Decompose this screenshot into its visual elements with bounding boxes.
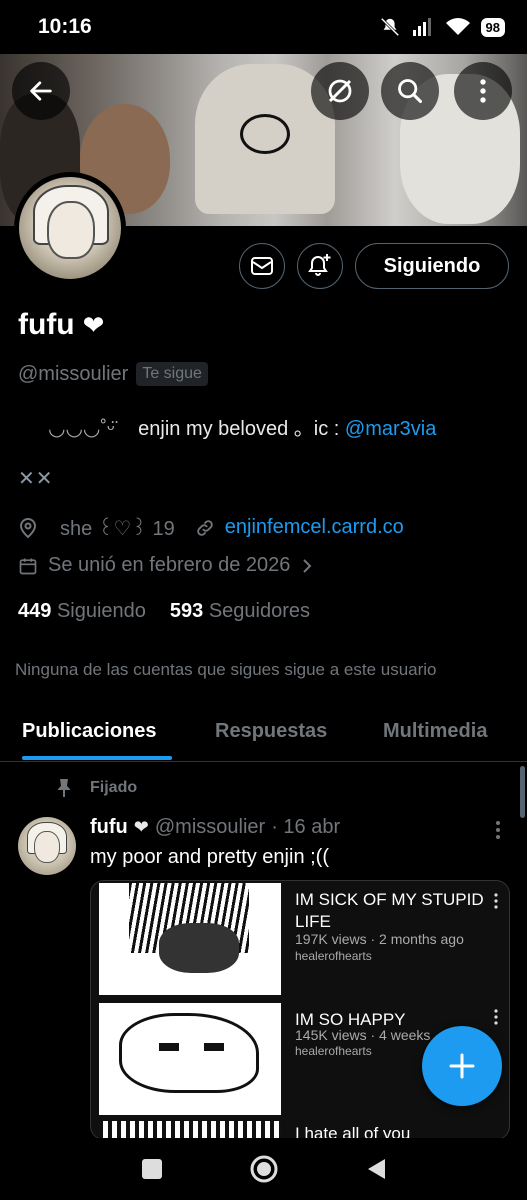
video-meta: 145K views · 4 weeks [295, 1027, 431, 1043]
location-text: she ꒰♡꒱ 19 [60, 518, 175, 540]
search-icon [398, 79, 423, 104]
grok-button[interactable] [311, 62, 369, 120]
pin-icon [58, 779, 70, 797]
status-time: 10:16 [38, 15, 92, 38]
tab-multimedia[interactable]: Multimedia [383, 720, 487, 743]
joined-row[interactable]: Se unió en febrero de 2026 [18, 554, 314, 577]
message-button[interactable] [239, 243, 285, 289]
link-icon [197, 519, 213, 536]
profile-tabs: Publicaciones Respuestas Multimedia [0, 700, 527, 762]
calendar-icon [19, 558, 37, 574]
post-more-icon[interactable] [494, 820, 502, 840]
back-nav-icon[interactable] [365, 1157, 387, 1181]
location-pin-icon [19, 517, 37, 538]
signal-icon [412, 18, 431, 36]
video-channel: healerofhearts [295, 949, 372, 963]
bio-decoration: ◡◡◡˚ᵕ̈ [48, 418, 115, 440]
battery-indicator: 98 [480, 17, 505, 37]
status-icons: 98 [379, 16, 505, 38]
pinned-label: Fijado [56, 778, 137, 798]
mail-icon [251, 257, 273, 275]
followers-count: 593 [169, 600, 204, 622]
system-nav-bar [0, 1138, 527, 1200]
post-author-handle[interactable]: @missoulier [155, 816, 265, 839]
compose-post-button[interactable] [422, 1026, 502, 1106]
more-vertical-icon [480, 79, 486, 103]
wifi-icon [445, 18, 470, 35]
profile-avatar[interactable] [14, 172, 126, 284]
active-tab-indicator [22, 756, 172, 760]
website-link[interactable]: enjinfemcel.carrd.co [225, 516, 404, 539]
video-thumbnail [99, 883, 281, 995]
mutuals-notice: Ninguna de las cuentas que sigues sigue … [15, 660, 437, 679]
mute-icon [380, 17, 399, 37]
tab-respuestas[interactable]: Respuestas [215, 720, 327, 743]
pinned-text: Fijado [90, 779, 138, 796]
recents-icon[interactable] [141, 1158, 163, 1180]
post-text: my poor and pretty enjin ;(( [90, 846, 329, 868]
display-name-text: fufu [18, 308, 75, 341]
scroll-indicator [520, 766, 525, 818]
home-icon[interactable] [249, 1154, 279, 1184]
video-more-icon [494, 893, 498, 909]
video-channel: healerofhearts [295, 1044, 372, 1058]
bio-line2: ✕✕ [18, 468, 54, 490]
plus-icon [449, 1053, 475, 1079]
post-author-emoji: ❤ [133, 817, 149, 837]
handle-row: @missoulier Te sigue [18, 362, 208, 386]
bio: ◡◡◡˚ᵕ̈ enjin my beloved 。ic : @mar3via [18, 412, 518, 441]
search-button[interactable] [381, 62, 439, 120]
joined-text: Se unió en febrero de 2026 [48, 554, 291, 576]
chevron-right-icon [303, 558, 312, 573]
following-stat[interactable]: 449 Siguiendo [18, 600, 146, 623]
post-date: · 16 abr [271, 816, 341, 838]
location-website-row: she ꒰♡꒱ 19 enjinfemcel.carrd.co [18, 514, 404, 541]
notifications-button[interactable] [297, 243, 343, 289]
username: @missoulier [18, 362, 129, 385]
slash-circle-icon [328, 79, 352, 103]
video-thumbnail [99, 1003, 281, 1115]
video-meta: 197K views · 2 months ago [295, 931, 464, 947]
bell-plus-icon [308, 254, 331, 276]
post-author-avatar[interactable] [18, 817, 76, 875]
post-author-name[interactable]: fufu [90, 816, 128, 839]
more-button[interactable] [454, 62, 512, 120]
followers-label: Seguidores [208, 600, 311, 622]
video-title: IM SICK OF MY STUPID LIFE [295, 890, 484, 931]
followers-stat[interactable]: 593 Seguidores [170, 600, 310, 623]
bio-mention-link[interactable]: @mar3via [345, 418, 436, 440]
following-button[interactable]: Siguiendo [355, 243, 509, 289]
status-bar: 10:16 98 [0, 0, 527, 54]
heart-emoji: ❤ [82, 309, 105, 340]
following-count: 449 [18, 600, 52, 622]
following-label: Siguiendo [56, 600, 146, 622]
follow-counts: 449 Siguiendo 593 Seguidores [18, 600, 310, 623]
back-button[interactable] [12, 62, 70, 120]
display-name: fufu ❤ [18, 308, 104, 342]
post-header: fufu ❤ @missoulier · 16 abr [90, 816, 340, 839]
video-more-icon [494, 1009, 498, 1025]
tab-publicaciones[interactable]: Publicaciones [22, 720, 157, 743]
bio-text: enjin my beloved 。ic : [138, 418, 340, 440]
arrow-left-icon [30, 81, 52, 101]
follows-you-badge: Te sigue [136, 362, 208, 386]
